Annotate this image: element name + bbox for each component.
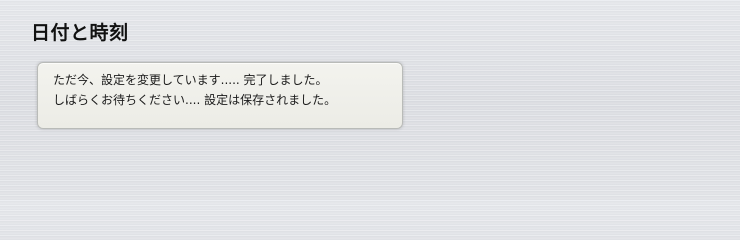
date-time-page: { "page": { "title": "日付と時刻" }, "status"… [0, 0, 740, 200]
status-line-saved: しばらくお待ちください.... 設定は保存されました。 [53, 93, 337, 107]
status-message-box: ただ今、設定を変更しています..... 完了しました。 しばらくお待ちください.… [37, 62, 403, 129]
page-title: 日付と時刻 [31, 22, 129, 44]
status-line-progress: ただ今、設定を変更しています..... 完了しました。 [53, 73, 328, 87]
